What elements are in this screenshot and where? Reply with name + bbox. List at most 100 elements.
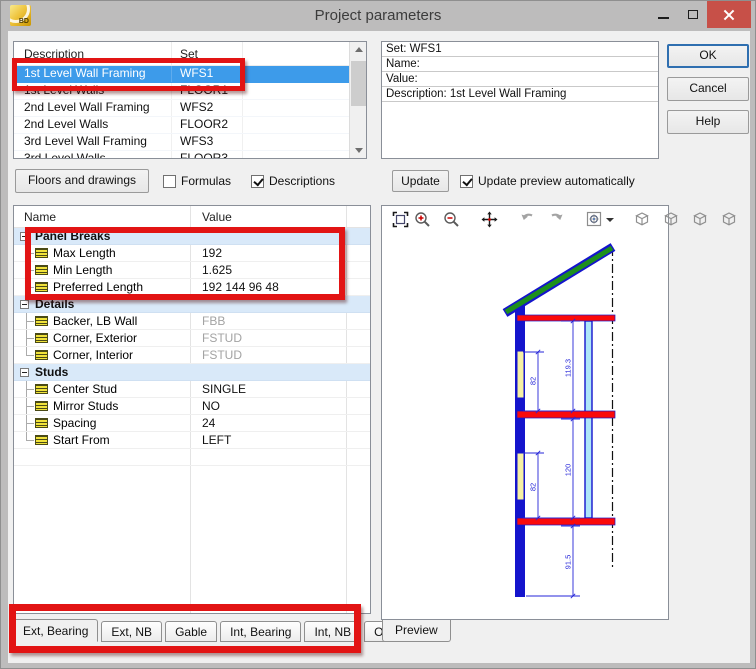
tree-group-row[interactable]: Panel Breaks: [14, 228, 370, 245]
floor-slab-mid: [517, 411, 615, 418]
close-button[interactable]: [707, 1, 751, 28]
tree-connector: [22, 262, 35, 278]
tree-connector: [22, 381, 35, 397]
checkbox-box: [251, 175, 264, 188]
tab-int-bearing[interactable]: Int, Bearing: [220, 621, 301, 642]
tree-row[interactable]: Mirror StudsNO: [14, 398, 370, 415]
collapse-icon[interactable]: [20, 368, 29, 377]
iso-view-1-icon[interactable]: [631, 209, 653, 229]
tab-gable[interactable]: Gable: [165, 621, 217, 642]
titlebar[interactable]: BD Project parameters: [1, 1, 755, 31]
parameter-name: Min Length: [53, 263, 112, 277]
tree-row[interactable]: Preferred Length 192 144 96 48: [14, 279, 370, 296]
tree-group-row[interactable]: Studs: [14, 364, 370, 381]
set-cell: WFS3: [172, 134, 243, 150]
list-item[interactable]: 2nd Level Wall FramingWFS2: [14, 100, 349, 117]
stud-column: [585, 321, 592, 518]
column-header-value[interactable]: Value: [190, 210, 346, 224]
list-item[interactable]: 1st Level Wall FramingWFS1: [14, 66, 349, 83]
list-scrollbar[interactable]: [349, 42, 366, 158]
minimize-button[interactable]: [649, 1, 678, 27]
tree-row[interactable]: Max Length 192: [14, 245, 370, 262]
tab-int-nb[interactable]: Int, NB: [304, 621, 361, 642]
tree-group-row[interactable]: Details: [14, 296, 370, 313]
maximize-button[interactable]: [678, 1, 707, 27]
parameter-icon: [35, 282, 48, 292]
tree-row[interactable]: Min Length 1.625: [14, 262, 370, 279]
column-header-name[interactable]: Name: [14, 210, 190, 224]
column-header-set[interactable]: Set: [172, 42, 243, 66]
param-list-rows: 1st Level Wall FramingWFS11st Level Wall…: [14, 66, 349, 158]
ok-button[interactable]: OK: [667, 44, 749, 68]
window-lower: [517, 453, 524, 500]
tab-ext-nb[interactable]: Ext, NB: [101, 621, 162, 642]
tab-preview[interactable]: Preview: [382, 620, 451, 642]
window-title: Project parameters: [1, 1, 755, 31]
description-cell: 2nd Level Wall Framing: [14, 100, 172, 116]
parameter-icon: [35, 350, 48, 360]
dropdown-caret-icon[interactable]: [605, 209, 615, 229]
zoom-extents-icon[interactable]: [389, 209, 411, 229]
dimension-label-lower-window: 82: [529, 483, 538, 491]
set-cell: FLOOR2: [172, 117, 243, 133]
scrollbar-thumb[interactable]: [351, 61, 366, 106]
tree-row[interactable]: Backer, LB WallFBB: [14, 313, 370, 330]
iso-view-4-icon[interactable]: [718, 209, 740, 229]
checkbox-label: Update preview automatically: [478, 174, 635, 188]
parameter-name: Mirror Studs: [53, 399, 118, 413]
tree-connector: [22, 415, 35, 431]
description-cell: 3rd Level Walls: [14, 151, 172, 158]
iso-view-2-icon[interactable]: [660, 209, 682, 229]
collapse-icon[interactable]: [20, 232, 29, 241]
selection-info-panel: Set: WFS1Name:Value:Description: 1st Lev…: [381, 41, 659, 159]
cancel-button[interactable]: Cancel: [667, 77, 749, 101]
floors-and-drawings-button[interactable]: Floors and drawings: [15, 169, 149, 193]
scroll-down-icon[interactable]: [350, 143, 367, 158]
update-preview-checkbox[interactable]: Update preview automatically: [460, 173, 635, 189]
rotate-right-icon[interactable]: [545, 209, 567, 229]
description-cell: 1st Level Walls: [14, 83, 172, 99]
tree-row[interactable]: Spacing 24: [14, 415, 370, 432]
list-item[interactable]: 3rd Level WallsFLOOR3: [14, 151, 349, 158]
checkbox-box: [163, 175, 176, 188]
info-line: Name:: [382, 57, 658, 72]
help-button[interactable]: Help: [667, 110, 749, 134]
group-label: Panel Breaks: [35, 229, 110, 243]
parameter-value: 1.625: [190, 263, 346, 277]
zoom-selection-icon[interactable]: [583, 209, 605, 229]
parameter-name: Max Length: [53, 246, 116, 260]
tree-row[interactable]: Start FromLEFT: [14, 432, 370, 449]
parameter-name: Preferred Length: [53, 280, 143, 294]
wall-section-drawing: 82 119.3 82 120 91.5: [383, 231, 667, 620]
parameter-name: Spacing: [53, 416, 96, 430]
tree-connector: [22, 398, 35, 414]
parameter-name: Backer, LB Wall: [53, 314, 137, 328]
list-item[interactable]: 3rd Level Wall FramingWFS3: [14, 134, 349, 151]
tree-connector: [22, 432, 35, 448]
description-cell: 2nd Level Walls: [14, 117, 172, 133]
floor-slab-top: [517, 315, 615, 321]
iso-view-3-icon[interactable]: [689, 209, 711, 229]
rotate-left-icon[interactable]: [516, 209, 538, 229]
tree-row[interactable]: Corner, ExteriorFSTUD: [14, 330, 370, 347]
parameter-value: 192: [190, 246, 346, 260]
tree-row[interactable]: Center StudSINGLE: [14, 381, 370, 398]
list-item[interactable]: 1st Level WallsFLOOR1: [14, 83, 349, 100]
list-item[interactable]: 2nd Level WallsFLOOR2: [14, 117, 349, 134]
pan-icon[interactable]: [478, 209, 500, 229]
zoom-in-icon[interactable]: [411, 209, 433, 229]
zoom-out-icon[interactable]: [440, 209, 462, 229]
collapse-icon[interactable]: [20, 300, 29, 309]
tree-row[interactable]: Corner, InteriorFSTUD: [14, 347, 370, 364]
parameter-icon: [35, 316, 48, 326]
tab-ext-bearing[interactable]: Ext, Bearing: [13, 619, 98, 642]
descriptions-checkbox[interactable]: Descriptions: [251, 173, 335, 189]
formulas-checkbox[interactable]: Formulas: [163, 173, 231, 189]
parameter-set-list: Description Set 1st Level Wall FramingWF…: [13, 41, 367, 159]
column-header-description[interactable]: Description: [14, 42, 172, 66]
parameter-value: 192 144 96 48: [190, 280, 346, 294]
parameter-value: 24: [190, 416, 346, 430]
scroll-up-icon[interactable]: [350, 42, 367, 57]
update-button[interactable]: Update: [392, 170, 449, 192]
parameter-name: Corner, Interior: [53, 348, 133, 362]
